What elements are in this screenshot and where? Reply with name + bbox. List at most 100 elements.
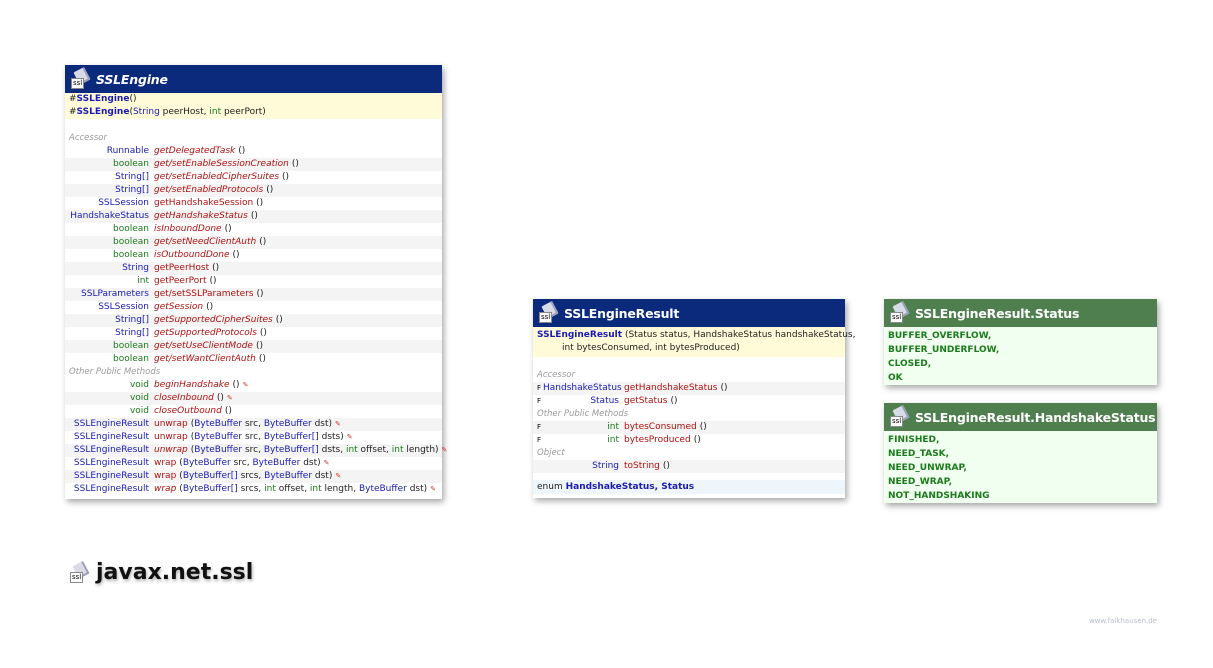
member-row: SSLEngineResult wrap (ByteBuffer src, Byte… <box>65 457 442 470</box>
member-row: String[] get/setEnabledCipherSuites() <box>65 171 442 184</box>
credit-link[interactable]: www.falkhausen.de <box>1089 617 1157 625</box>
member-row: void closeOutbound() <box>65 405 442 418</box>
return-type: SSLEngineResult <box>73 419 149 429</box>
member-row: Fint bytesProduced() <box>533 434 845 447</box>
constructor-args-line1: (Status status, HandshakeStatus handshak… <box>622 330 856 340</box>
method-args: () <box>255 341 263 351</box>
method-args: () <box>209 276 217 286</box>
return-type: HandshakeStatus <box>543 383 622 393</box>
method-name: bytesConsumed <box>624 422 697 432</box>
return-type: void <box>129 380 149 390</box>
method-args: () <box>206 302 214 312</box>
enum-constant: NEED_TASK, <box>888 449 950 459</box>
method-args: () <box>216 393 224 403</box>
return-type: boolean <box>113 159 149 169</box>
constructor-name: SSLEngine <box>76 107 130 117</box>
member-row: String[] getSupportedProtocols() <box>65 327 442 340</box>
package-icon: ssl <box>70 560 90 583</box>
method-args: () <box>282 172 290 182</box>
method-name: get/setEnabledProtocols <box>154 185 264 195</box>
member-row: HandshakeStatus getHandshakeStatus() <box>65 210 442 223</box>
package-icon: ssl <box>890 301 910 323</box>
enum-constant: BUFFER_OVERFLOW, <box>888 331 992 341</box>
member-row: String[] getSupportedCipherSuites() <box>65 314 442 327</box>
constructor-args: (String peerHost, int peerPort) <box>129 107 266 117</box>
method-args: () <box>258 354 266 364</box>
throws-icon: ✎ <box>242 381 249 389</box>
constant-list: FINISHED, NEED_TASK, NEED_UNWRAP, NEED_WRAP… <box>884 431 1157 503</box>
sslengine-class-box: ssl SSLEngine # SSLEngine () # SSLEngine (S… <box>65 65 447 499</box>
constructor-name: SSLEngine <box>76 94 130 104</box>
return-type: SSLEngineResult <box>73 471 149 481</box>
member-row: boolean isInboundDone() <box>65 223 442 236</box>
method-name: toString <box>624 461 660 471</box>
method-name: wrap <box>154 484 177 494</box>
status-enum-box: ssl SSLEngineResult.Status BUFFER_OVERFL… <box>884 299 1157 385</box>
enum-keyword: enum <box>537 482 563 492</box>
member-row: SSLSession getHandshakeSession() <box>65 197 442 210</box>
return-type: boolean <box>113 224 149 234</box>
enum-constant: BUFFER_UNDERFLOW, <box>888 345 1000 355</box>
method-args: () <box>232 250 240 260</box>
method-name: getHandshakeStatus <box>624 383 718 393</box>
constructor: SSLEngineResult (Status status, Handshak… <box>533 327 855 357</box>
package-icon: ssl <box>539 301 559 323</box>
member-row: Fint bytesConsumed() <box>533 421 845 434</box>
member-row: String getPeerHost() <box>65 262 442 275</box>
protected-mark: # <box>69 94 77 104</box>
method-args: () <box>275 315 283 325</box>
member-row: F Status getStatus() <box>533 395 845 408</box>
enum-constant: OK <box>888 373 903 383</box>
method-args: (ByteBuffer src, ByteBuffer dst) <box>190 419 333 429</box>
return-type: Status <box>590 396 619 406</box>
status-header: ssl SSLEngineResult.Status <box>884 299 1157 327</box>
member-row: F HandshakeStatus getHandshakeStatus() <box>533 382 845 395</box>
return-type: String[] <box>115 185 149 195</box>
method-name: getStatus <box>624 396 668 406</box>
member-row: SSLParameters get/setSSLParameters() <box>65 288 442 301</box>
method-name: getSupportedCipherSuites <box>154 315 273 325</box>
method-args: () <box>291 159 299 169</box>
method-name: unwrap <box>154 445 188 455</box>
method-name: unwrap <box>154 432 188 442</box>
object-method-list: String toString() <box>533 460 845 473</box>
method-name: isInboundDone <box>154 224 222 234</box>
throws-icon: ✎ <box>430 485 437 493</box>
member-row: SSLEngineResult unwrap (ByteBuffer src, By… <box>65 444 447 457</box>
method-args: () <box>670 396 678 406</box>
constructor-name: SSLEngineResult <box>537 330 623 340</box>
method-args: () <box>232 380 240 390</box>
return-type: void <box>129 393 149 403</box>
class-title: SSLEngine <box>96 71 168 87</box>
accessor-list: Runnable getDelegatedTask() boolean get/set… <box>65 145 442 366</box>
member-row: boolean get/setUseClientMode() <box>65 340 442 353</box>
method-args: () <box>224 406 232 416</box>
member-row: SSLEngineResult wrap (ByteBuffer[] srcs, B… <box>65 470 442 483</box>
enum-constant: FINISHED, <box>888 435 940 445</box>
section-other-public-methods: Other Public Methods <box>537 409 629 419</box>
method-name: closeOutbound <box>154 406 222 416</box>
method-args: () <box>256 289 264 299</box>
package-name: javax.net.ssl <box>96 560 254 585</box>
constructors: # SSLEngine () # SSLEngine (String peerHost… <box>65 93 442 119</box>
accessor-list: F HandshakeStatus getHandshakeStatus() F Sta… <box>533 382 845 408</box>
section-object: Object <box>537 448 565 458</box>
return-type: int <box>607 422 619 432</box>
method-name: beginHandshake <box>154 380 230 390</box>
method-name: bytesProduced <box>624 435 691 445</box>
return-type: SSLSession <box>98 302 149 312</box>
member-row: int getPeerPort() <box>65 275 442 288</box>
method-args: () <box>212 263 220 273</box>
return-type: boolean <box>113 250 149 260</box>
section-accessor: Accessor <box>69 133 107 143</box>
method-args: () <box>266 185 274 195</box>
return-type: SSLEngineResult <box>73 458 149 468</box>
method-args: () <box>259 237 267 247</box>
return-type: HandshakeStatus <box>70 211 149 221</box>
section-accessor: Accessor <box>537 370 575 380</box>
method-name: get/setSSLParameters <box>154 289 254 299</box>
member-row: String toString() <box>533 460 845 473</box>
method-name: getSession <box>154 302 204 312</box>
method-args: (ByteBuffer[] srcs, ByteBuffer dst) <box>179 471 333 481</box>
class-title: SSLEngineResult <box>564 305 680 321</box>
